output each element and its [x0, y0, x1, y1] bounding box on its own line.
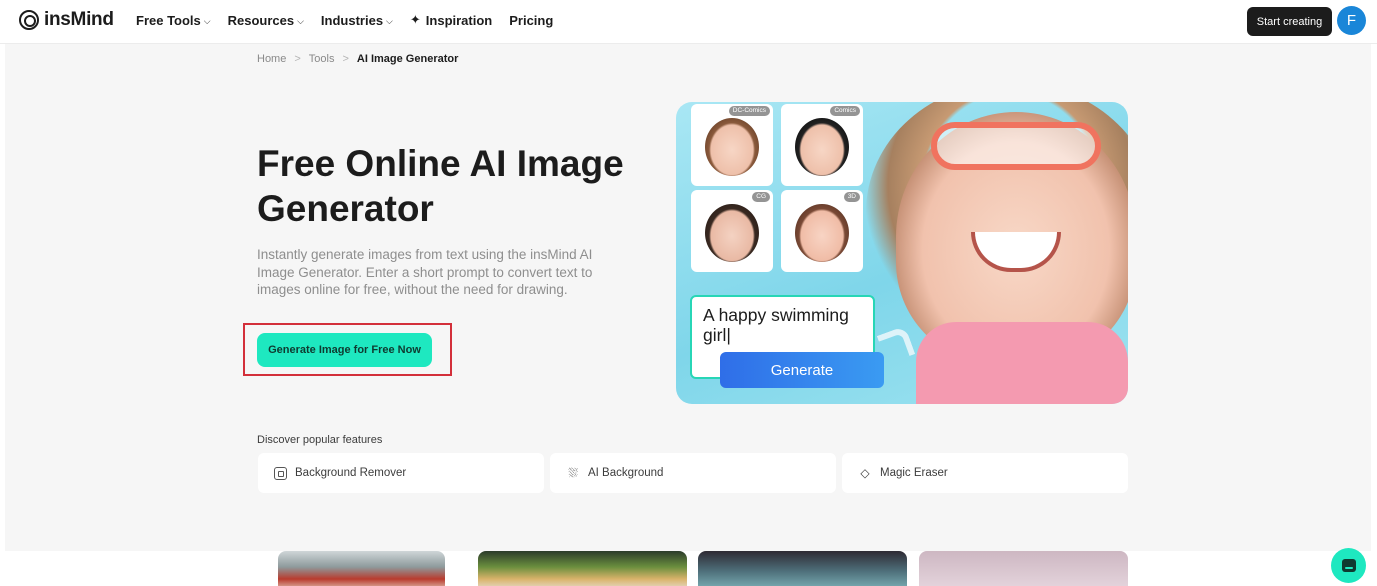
chevron-down-icon: ⌵ — [203, 15, 211, 26]
feature-label: Background Remover — [295, 467, 407, 479]
breadcrumb-separator: > — [294, 53, 301, 65]
menu-label: Inspiration — [425, 12, 493, 28]
swimsuit-shape — [916, 322, 1128, 404]
breadcrumb-tools[interactable]: Tools — [309, 53, 335, 65]
menu-label: Free Tools — [136, 12, 201, 28]
insmind-logo[interactable]: insMind — [19, 9, 114, 31]
chevron-down-icon: ⌵ — [386, 15, 393, 26]
style-badge: 3D — [843, 192, 860, 202]
top-navbar: insMind Free Tools ⌵ Resources ⌵ Industr… — [0, 0, 1377, 44]
chat-icon — [1341, 559, 1356, 572]
feature-label: Magic Eraser — [880, 467, 948, 479]
gallery-card-image[interactable] — [698, 551, 907, 586]
menu-inspiration[interactable]: ✦ Inspiration — [410, 12, 492, 28]
sparkle-icon: ✦ — [409, 12, 421, 27]
thumb-face-image — [795, 204, 849, 262]
page-title: Free Online AI Image Generator — [257, 143, 624, 229]
style-thumb-dc-comics: DC-Comics — [691, 104, 773, 186]
chevron-down-icon: ⌵ — [297, 15, 304, 26]
breadcrumb-home[interactable]: Home — [257, 53, 286, 65]
avatar[interactable]: F — [1337, 6, 1366, 35]
hero-illustration: DC-Comics Comics CG 3D A happy swimming … — [676, 102, 1128, 404]
breadcrumb-separator: > — [342, 53, 349, 65]
menu-free-tools[interactable]: Free Tools ⌵ — [136, 12, 211, 28]
generate-button-mock: Generate — [720, 352, 884, 388]
magic-eraser-icon: ◇ — [860, 466, 870, 480]
style-badge: Comics — [830, 106, 860, 116]
style-thumb-cg: CG — [691, 190, 773, 272]
style-thumb-comics: Comics — [781, 104, 863, 186]
gallery-card-image[interactable] — [919, 551, 1128, 586]
feature-label: AI Background — [588, 467, 664, 479]
background-remover-icon — [274, 466, 287, 480]
thumb-face-image — [705, 204, 759, 262]
style-badge: CG — [752, 192, 770, 202]
menu-label: Industries — [320, 12, 384, 28]
thumb-face-image — [705, 118, 759, 176]
menu-industries[interactable]: Industries ⌵ — [321, 12, 393, 28]
insmind-logo-icon — [19, 10, 39, 30]
goggles-shape — [931, 122, 1101, 170]
menu-label: Resources — [227, 12, 295, 28]
feature-ai-background[interactable]: ⛆ AI Background — [550, 453, 836, 493]
hero-description: Instantly generate images from text usin… — [257, 247, 593, 297]
main-menu: Free Tools ⌵ Resources ⌵ Industries ⌵ ✦ … — [136, 12, 553, 28]
menu-pricing[interactable]: Pricing — [509, 12, 553, 28]
style-badge: DC-Comics — [728, 106, 770, 116]
features-label: Discover popular features — [257, 434, 383, 446]
menu-resources[interactable]: Resources ⌵ — [228, 12, 304, 28]
thumb-face-image — [795, 118, 849, 176]
feature-background-remover[interactable]: Background Remover — [258, 453, 544, 493]
logo-text: insMind — [44, 9, 114, 30]
chat-support-button[interactable] — [1331, 548, 1366, 583]
ai-background-icon: ⛆ — [568, 465, 578, 480]
generate-image-free-button[interactable]: Generate Image for Free Now — [257, 333, 432, 367]
gallery-card-image[interactable] — [478, 551, 687, 586]
start-creating-button[interactable]: Start creating — [1247, 7, 1332, 36]
page-right-edge — [1371, 44, 1377, 586]
breadcrumb: Home > Tools > AI Image Generator — [257, 53, 458, 65]
gallery-card-image[interactable] — [278, 551, 445, 586]
style-thumb-3d: 3D — [781, 190, 863, 272]
breadcrumb-current: AI Image Generator — [356, 53, 459, 65]
menu-label: Pricing — [509, 12, 554, 28]
feature-magic-eraser[interactable]: ◇ Magic Eraser — [842, 453, 1128, 493]
